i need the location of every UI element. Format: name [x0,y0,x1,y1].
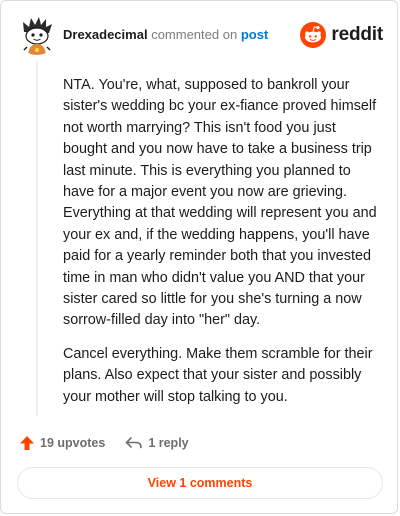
comment-card: Drexadecimal commented on post reddit NT… [0,0,398,514]
comment-actions: 19 upvotes 1 reply [19,432,189,454]
comment-header: Drexadecimal commented on post reddit [17,15,383,55]
reddit-snoo-icon [300,22,327,48]
comment-paragraph: Cancel everything. Make them scramble fo… [63,345,373,405]
username-link[interactable]: Drexadecimal [63,27,148,42]
comment-paragraph: NTA. You're, what, supposed to bankroll … [63,77,377,329]
reddit-wordmark: reddit [331,24,383,45]
upvote-count: 19 upvotes [40,436,106,450]
reddit-logo[interactable]: reddit [300,21,383,49]
upvote-arrow-icon [20,436,34,450]
avatar[interactable] [17,15,57,55]
thread-line[interactable] [36,61,38,416]
reply-count: 1 reply [148,436,189,450]
upvote-button[interactable]: 19 upvotes [19,435,105,451]
comment-body: NTA. You're, what, supposed to bankroll … [63,75,381,420]
reply-button[interactable]: 1 reply [125,436,189,450]
post-link[interactable]: post [241,27,268,42]
reply-arrow-icon [126,437,143,449]
snoo-avatar-icon [17,15,57,55]
comment-meta: Drexadecimal commented on post [63,27,268,43]
action-text: commented on [151,27,238,42]
view-comments-button[interactable]: View 1 comments [17,467,383,499]
